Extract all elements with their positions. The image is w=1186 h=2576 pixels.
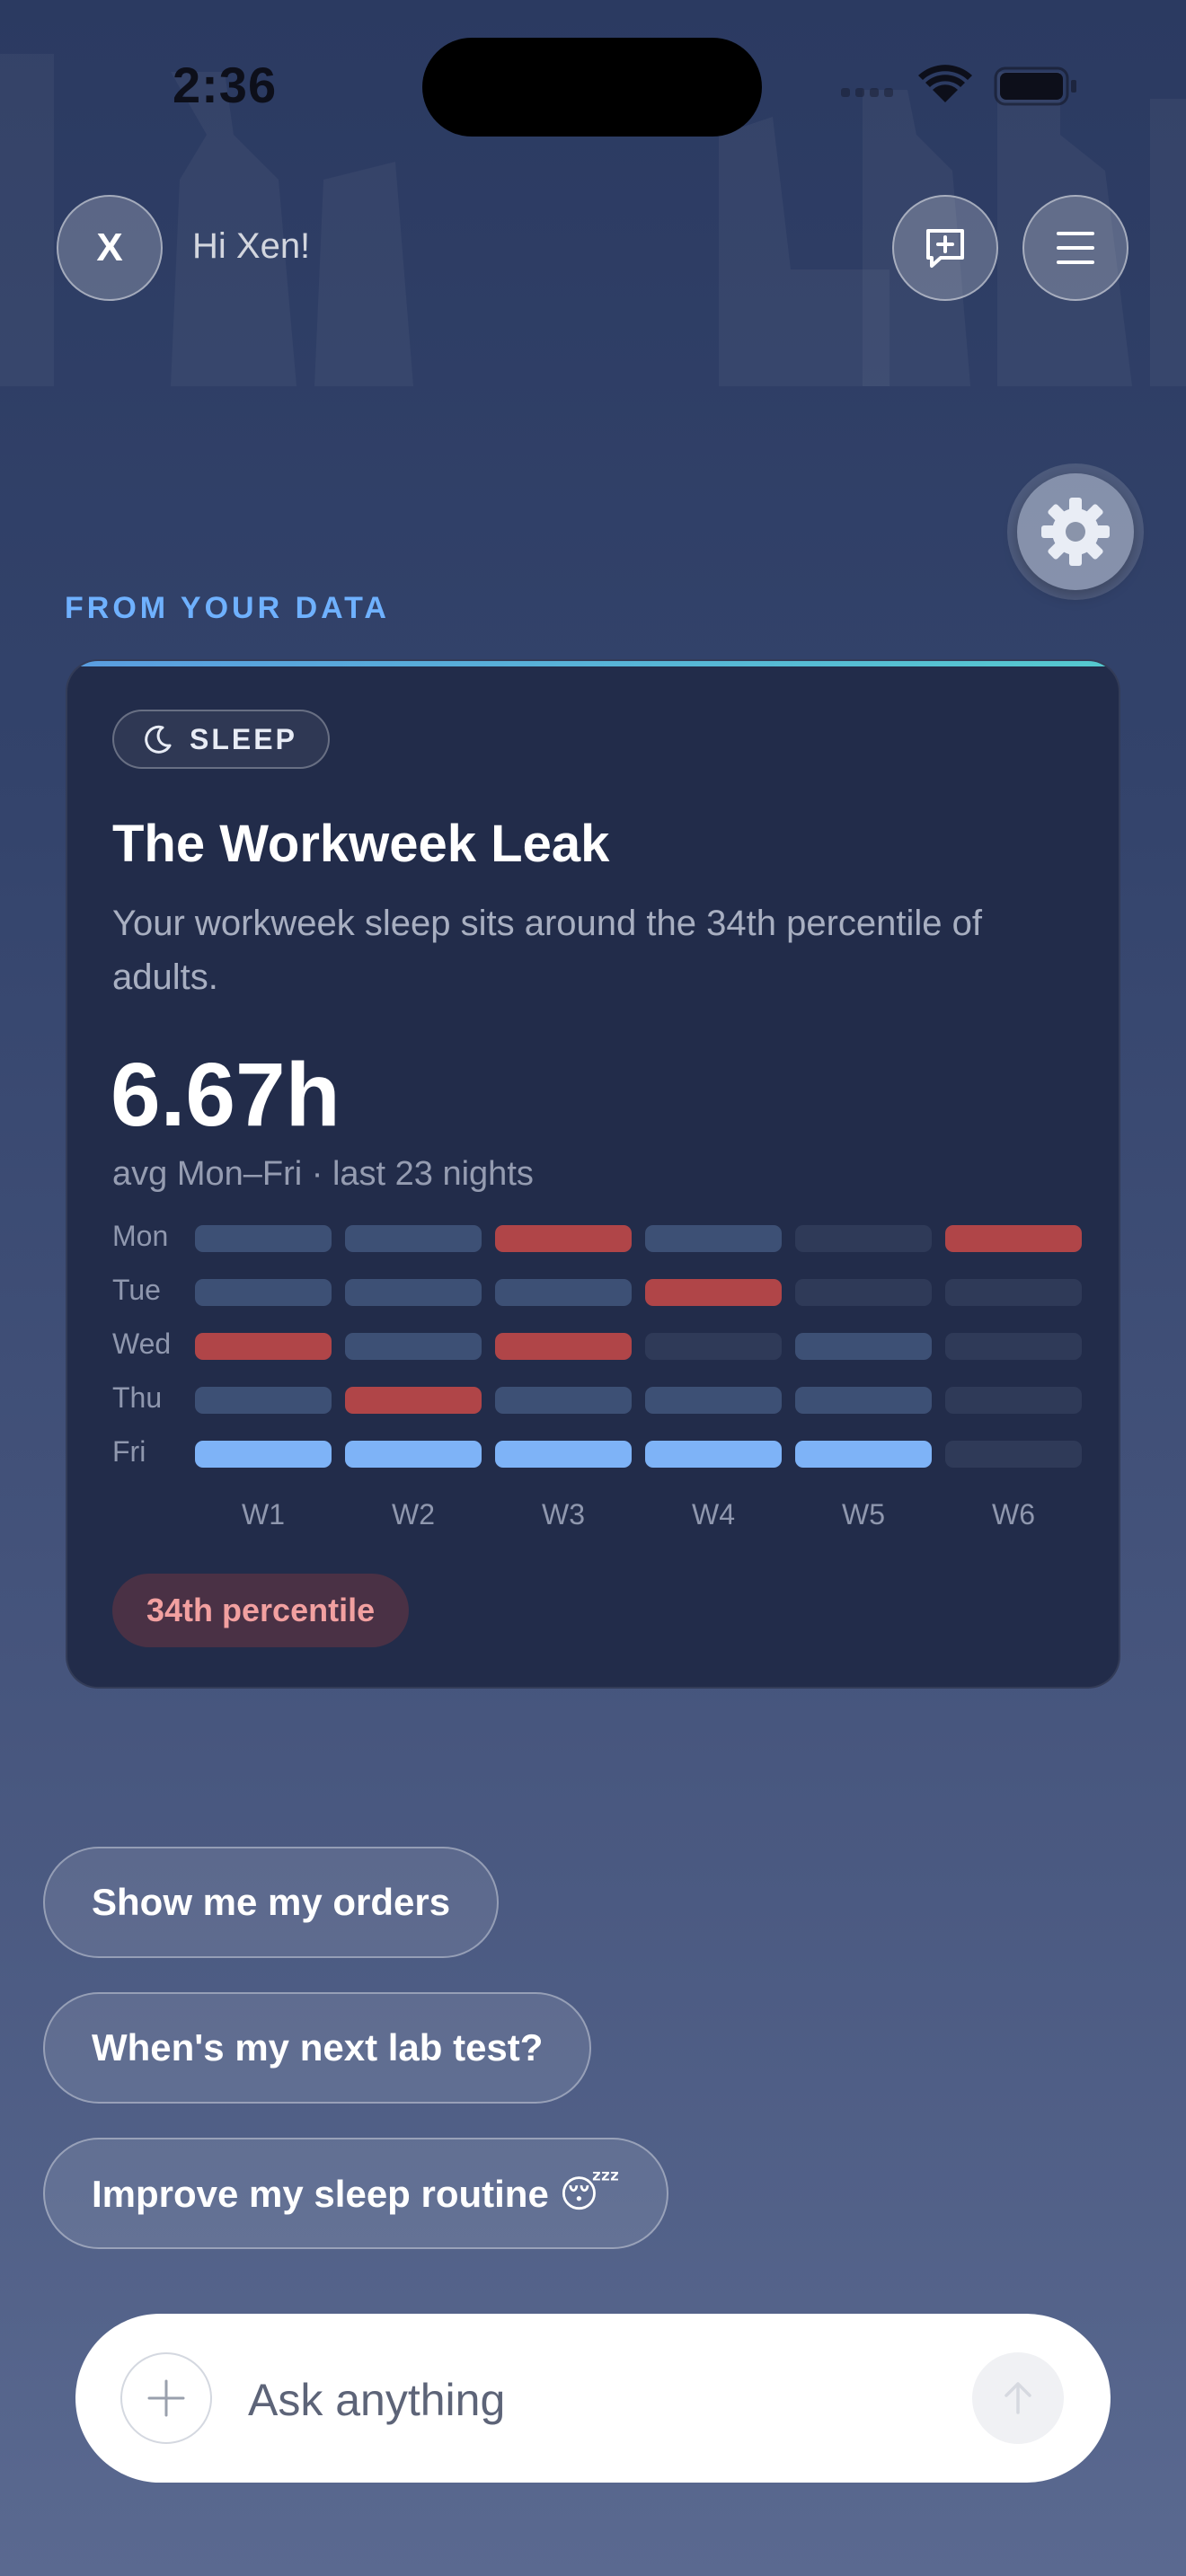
add-attachment-button[interactable] xyxy=(120,2352,212,2444)
ask-anything-input[interactable] xyxy=(246,2368,969,2432)
heatmap-week-labels: W1 W2 W3 W4 W5 W6 xyxy=(112,1498,1101,1531)
chip-label: SLEEP xyxy=(190,722,297,755)
heatmap-cell xyxy=(645,1333,782,1360)
send-button[interactable] xyxy=(972,2352,1064,2444)
heatmap-cell xyxy=(495,1441,632,1468)
chat-input-bar xyxy=(75,2314,1111,2483)
heatmap-cell xyxy=(795,1333,932,1360)
heatmap-cell xyxy=(495,1387,632,1414)
heatmap-week-label: W5 xyxy=(842,1498,885,1531)
heatmap-cell xyxy=(345,1279,482,1306)
status-bar-icons xyxy=(841,65,1076,106)
heatmap-cell xyxy=(945,1225,1082,1252)
heatmap-week-label: W3 xyxy=(542,1498,585,1531)
gear-icon xyxy=(1041,498,1110,566)
heatmap-cell xyxy=(345,1441,482,1468)
sleep-insight-card[interactable]: SLEEP The Workweek Leak Your workweek sl… xyxy=(66,659,1120,1689)
heatmap-cell xyxy=(945,1387,1082,1414)
heatmap-cell xyxy=(345,1225,482,1252)
heatmap-cell xyxy=(945,1333,1082,1360)
heatmap-cell xyxy=(345,1387,482,1414)
category-chip: SLEEP xyxy=(112,710,330,769)
heatmap-cell xyxy=(195,1441,332,1468)
heatmap-cell xyxy=(195,1387,332,1414)
profile-avatar-button[interactable]: X xyxy=(57,195,163,301)
heatmap-cell xyxy=(645,1387,782,1414)
heatmap-day-label: Thu xyxy=(112,1381,163,1414)
heatmap-cell xyxy=(795,1441,932,1468)
heatmap-week-label: W6 xyxy=(992,1498,1035,1531)
heatmap-week-label: W1 xyxy=(242,1498,285,1531)
card-title: The Workweek Leak xyxy=(112,815,610,873)
plus-icon xyxy=(147,2379,185,2417)
heatmap-cell xyxy=(645,1225,782,1252)
heatmap-row: Thu xyxy=(112,1381,1101,1414)
heatmap-row: Mon xyxy=(112,1220,1101,1252)
heatmap-cell xyxy=(345,1333,482,1360)
suggestion-improve-sleep[interactable]: Improve my sleep routine 😴 xyxy=(43,2138,668,2249)
heatmap-cell xyxy=(495,1279,632,1306)
heatmap-row: Fri xyxy=(112,1435,1101,1468)
heatmap-week-label: W2 xyxy=(392,1498,435,1531)
cellular-signal-icon xyxy=(841,88,893,97)
battery-icon xyxy=(994,66,1076,106)
avatar-initial: X xyxy=(96,225,123,269)
heatmap-day-label: Wed xyxy=(112,1328,172,1360)
suggestion-show-orders[interactable]: Show me my orders xyxy=(43,1847,500,1958)
heatmap-cell xyxy=(495,1225,632,1252)
heatmap-day-label: Mon xyxy=(112,1220,169,1252)
metric-value: 6.67h xyxy=(111,1045,341,1145)
heatmap-week-label: W4 xyxy=(692,1498,735,1531)
hamburger-menu-icon xyxy=(1057,232,1094,264)
arrow-up-icon xyxy=(1005,2382,1031,2414)
heatmap-cell xyxy=(645,1279,782,1306)
greeting-text: Hi Xen! xyxy=(192,226,311,266)
heatmap-cell xyxy=(795,1225,932,1252)
heatmap-cell xyxy=(645,1441,782,1468)
card-description: Your workweek sleep sits around the 34th… xyxy=(112,904,982,997)
heatmap-cell xyxy=(945,1441,1082,1468)
card-accent-bar xyxy=(67,661,1119,666)
settings-button[interactable] xyxy=(1007,463,1144,600)
heatmap-cell xyxy=(195,1279,332,1306)
menu-button[interactable] xyxy=(1022,195,1128,301)
metric-caption: avg Mon–Fri · last 23 nights xyxy=(112,1155,534,1193)
heatmap-cell xyxy=(795,1279,932,1306)
heatmap-day-label: Fri xyxy=(112,1435,146,1468)
heatmap-day-label: Tue xyxy=(112,1274,161,1306)
wifi-icon xyxy=(918,65,972,102)
heatmap-cell xyxy=(945,1279,1082,1306)
heatmap-row: Wed xyxy=(112,1328,1101,1360)
percentile-badge: 34th percentile xyxy=(112,1574,410,1647)
status-bar-time: 2:36 xyxy=(173,57,278,113)
heatmap-cell xyxy=(495,1333,632,1360)
heatmap-cell xyxy=(195,1333,332,1360)
moon-icon xyxy=(145,725,172,754)
dynamic-island xyxy=(422,38,762,137)
chat-plus-icon xyxy=(926,229,964,268)
settings-button-face xyxy=(1017,473,1134,590)
heatmap-cell xyxy=(795,1387,932,1414)
heatmap-row: Tue xyxy=(112,1274,1101,1306)
new-chat-button[interactable] xyxy=(892,195,998,301)
heatmap-cell xyxy=(195,1225,332,1252)
suggestion-next-lab-test[interactable]: When's my next lab test? xyxy=(43,1992,592,2104)
section-label: FROM YOUR DATA xyxy=(65,591,390,625)
